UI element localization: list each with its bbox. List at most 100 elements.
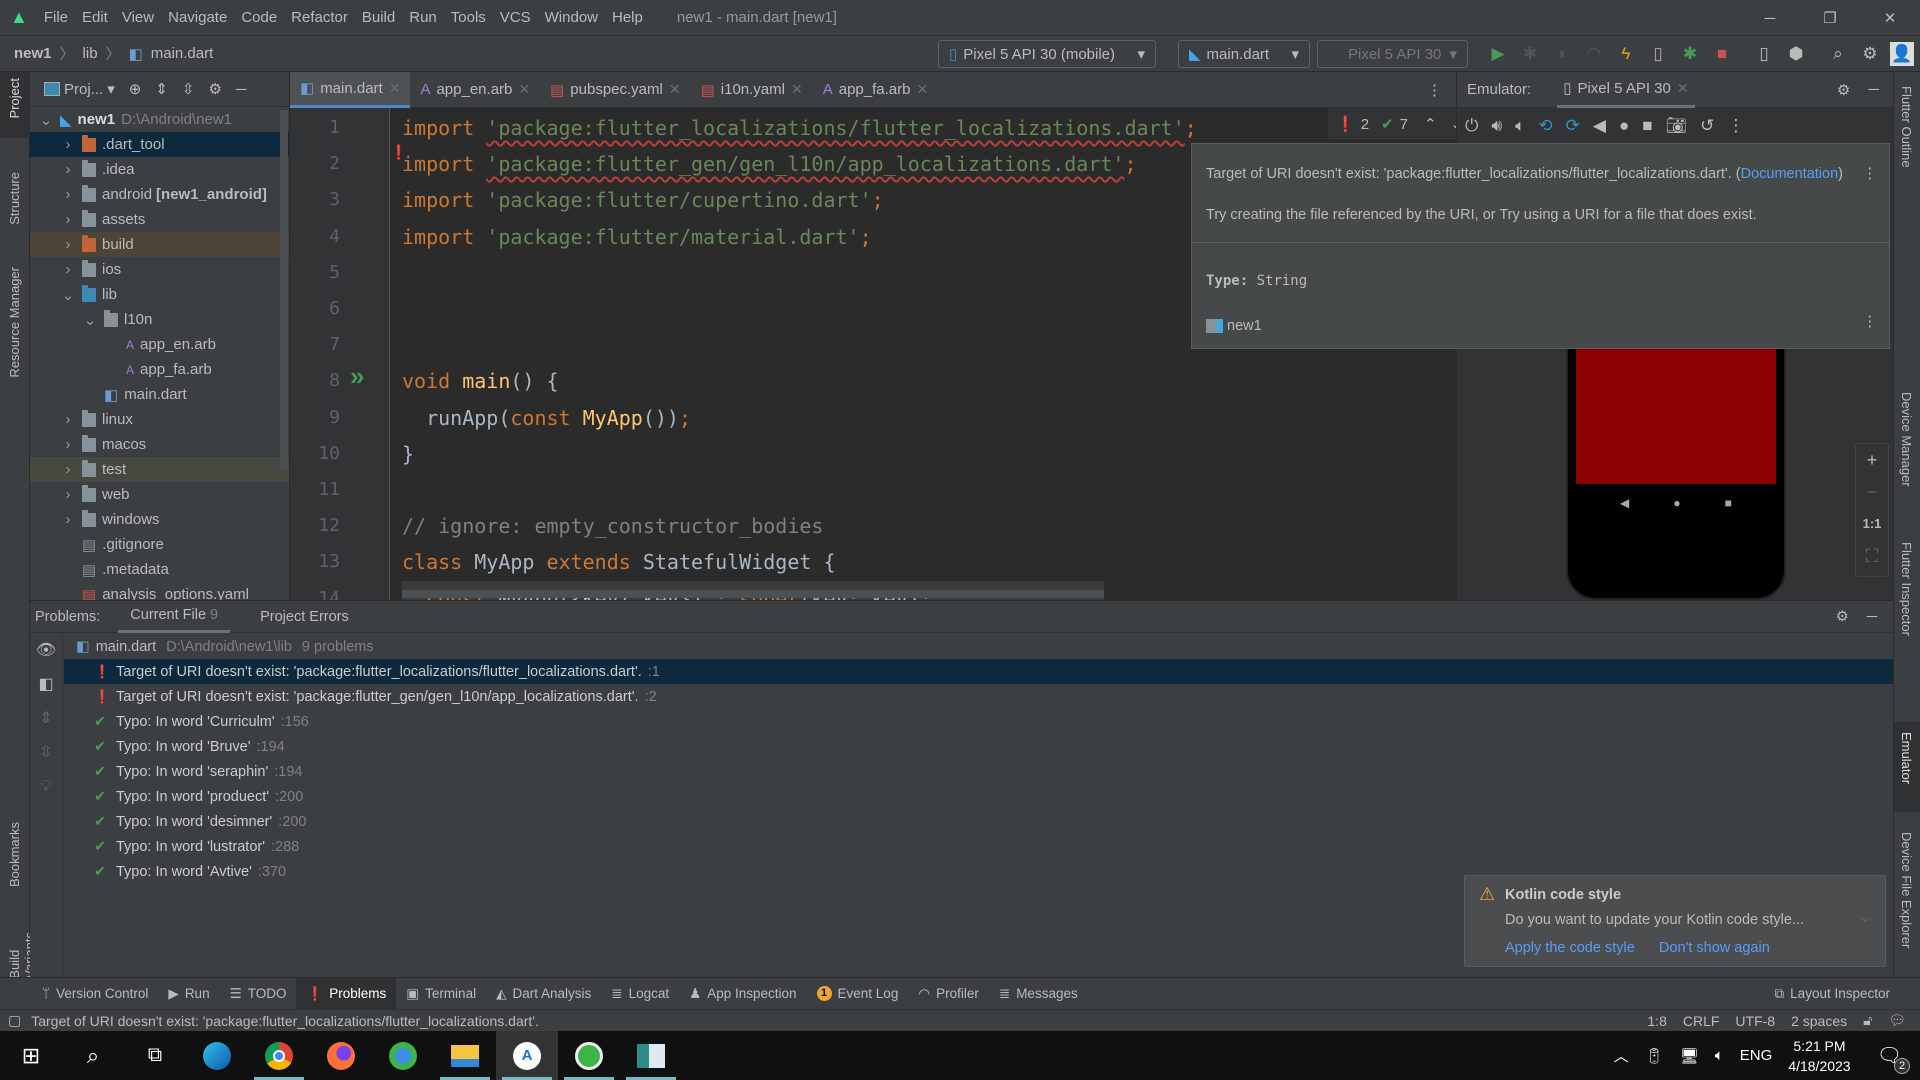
chevron-right-icon[interactable]: › xyxy=(60,511,76,528)
emulator-settings-gear-icon[interactable]: ⚙ xyxy=(1837,81,1850,99)
back-icon[interactable]: ◀ xyxy=(1593,116,1606,136)
run-icon[interactable]: ▶ xyxy=(1486,42,1510,66)
caret-position[interactable]: 1:8 xyxy=(1647,1013,1666,1029)
hot-reload-icon[interactable]: ϟ xyxy=(1614,42,1638,66)
horizontal-scrollbar[interactable] xyxy=(402,590,1104,598)
problems-file-node[interactable]: ◧ main.dart D:\Android\new1\lib 9 proble… xyxy=(64,634,1893,659)
hot-restart-icon[interactable]: ▯ xyxy=(1646,42,1670,66)
menu-run[interactable]: Run xyxy=(409,9,437,26)
problem-item[interactable]: ✔ Typo: In word 'produect':200 xyxy=(64,784,1893,809)
tab-current-file[interactable]: Current File 9 xyxy=(118,601,231,633)
hide-emulator-icon[interactable]: ─ xyxy=(1868,81,1879,98)
close-tab-icon[interactable]: ✕ xyxy=(518,81,530,98)
tab-pubspec-yaml[interactable]: ▤ pubspec.yaml ✕ xyxy=(540,72,690,108)
chevron-right-icon[interactable]: › xyxy=(60,261,76,278)
breadcrumb-file[interactable]: main.dart xyxy=(151,45,214,62)
volume-icon[interactable]: 🔈︎ xyxy=(1715,1047,1724,1064)
android-home-icon[interactable]: ● xyxy=(1673,496,1680,510)
chevron-right-icon[interactable]: › xyxy=(60,236,76,253)
tool-app-inspection[interactable]: ♟ App Inspection xyxy=(679,978,806,1010)
chevron-right-icon[interactable]: › xyxy=(60,186,76,203)
code-line[interactable]: } xyxy=(402,436,414,472)
code-line[interactable]: class MyApp extends StatefulWidget { xyxy=(402,544,835,580)
problems-settings-gear-icon[interactable]: ⚙ xyxy=(1836,609,1849,625)
overview-icon[interactable]: ■ xyxy=(1642,116,1652,136)
show-preview-icon[interactable]: 👁︎ xyxy=(30,634,62,668)
tree-item[interactable]: › windows xyxy=(30,507,289,532)
search-icon[interactable]: ⌕ xyxy=(1826,42,1850,66)
expand-notification-icon[interactable]: ⌄ xyxy=(1859,910,1871,926)
menu-refactor[interactable]: Refactor xyxy=(291,9,348,26)
menu-edit[interactable]: Edit xyxy=(82,9,108,26)
chevron-down-icon[interactable]: ⌄ xyxy=(82,311,98,329)
hide-problems-icon[interactable]: ─ xyxy=(1867,609,1877,625)
zoom-in-icon[interactable]: + xyxy=(1856,444,1888,476)
tree-item[interactable]: ⌄ ◣ new1 D:\Android\new1 xyxy=(30,107,289,132)
file-encoding[interactable]: UTF-8 xyxy=(1735,1013,1775,1029)
problem-item[interactable]: ✔ Typo: In word 'Bruve':194 xyxy=(64,734,1893,759)
power-icon[interactable]: ⏻ xyxy=(1465,116,1478,136)
locate-file-icon[interactable]: ⊕ xyxy=(129,80,142,98)
chevron-down-icon[interactable]: ⌄ xyxy=(60,286,76,304)
more-options-icon[interactable]: ⋮ xyxy=(1727,116,1744,136)
run-config-selector[interactable]: ◣ main.dart ▾ xyxy=(1178,40,1310,68)
profile-icon[interactable]: ◠ xyxy=(1582,42,1606,66)
battery-icon[interactable]: 🔋︎ xyxy=(1645,1047,1664,1065)
chevron-right-icon[interactable]: › xyxy=(60,136,76,153)
tool-window-emulator[interactable]: Emulator xyxy=(1899,732,1914,784)
android-recents-icon[interactable]: ■ xyxy=(1725,496,1732,510)
event-log-status-icon[interactable]: 💬︎ xyxy=(1888,1012,1906,1029)
tool-messages[interactable]: ≣ Messages xyxy=(989,978,1088,1010)
menu-help[interactable]: Help xyxy=(612,9,643,26)
tree-item[interactable]: ◧ main.dart xyxy=(30,382,289,407)
tree-item[interactable]: ⌄ lib xyxy=(30,282,289,307)
tool-todo[interactable]: ☰ TODO xyxy=(220,978,297,1010)
tree-item[interactable]: › macos xyxy=(30,432,289,457)
close-tab-icon[interactable]: ✕ xyxy=(1677,80,1689,97)
menu-view[interactable]: View xyxy=(122,9,154,26)
taskbar-edge[interactable] xyxy=(186,1031,248,1080)
stop-icon[interactable]: ■ xyxy=(1710,42,1734,66)
taskbar-emulator-window[interactable] xyxy=(620,1031,682,1080)
tree-item[interactable]: › build xyxy=(30,232,289,257)
tooltip-more-icon[interactable]: ⋮ xyxy=(1863,166,1878,182)
close-window-button[interactable]: ✕ xyxy=(1860,9,1920,27)
collapse-all-icon[interactable]: ⇳ xyxy=(182,80,195,98)
tool-window-project[interactable]: Project xyxy=(7,78,22,118)
documentation-link[interactable]: Documentation xyxy=(1741,166,1839,182)
close-tab-icon[interactable]: ✕ xyxy=(916,81,928,98)
snapshot-icon[interactable]: ↺ xyxy=(1700,116,1714,136)
tool-window-device-file-explorer[interactable]: Device File Explorer xyxy=(1899,832,1914,948)
tool-logcat[interactable]: ≣ Logcat xyxy=(601,978,679,1010)
menu-file[interactable]: File xyxy=(44,9,68,26)
device-selector[interactable]: ▯ Pixel 5 API 30 (mobile) ▾ xyxy=(938,40,1156,68)
taskbar-file-explorer[interactable] xyxy=(434,1031,496,1080)
user-avatar[interactable]: 👤 xyxy=(1890,42,1914,66)
sdk-manager-icon[interactable]: ⬢ xyxy=(1784,42,1808,66)
action-center-button[interactable]: 🗨︎ 2 xyxy=(1877,1043,1910,1074)
quick-fix-bulb-icon[interactable]: 💡︎ xyxy=(30,770,62,804)
hide-panel-icon[interactable]: ─ xyxy=(236,81,247,98)
chevron-right-icon[interactable]: › xyxy=(60,411,76,428)
tree-item[interactable]: › ios xyxy=(30,257,289,282)
chevron-right-icon[interactable]: › xyxy=(60,436,76,453)
code-line[interactable]: import 'package:flutter_localizations/fl… xyxy=(402,110,1197,146)
close-tab-icon[interactable]: ✕ xyxy=(389,80,401,97)
tab-main-dart[interactable]: ◧ main.dart ✕ xyxy=(290,71,411,108)
menu-window[interactable]: Window xyxy=(545,9,598,26)
tree-item[interactable]: › web xyxy=(30,482,289,507)
tab-project-errors[interactable]: Project Errors xyxy=(248,601,361,633)
tool-profiler[interactable]: ◠ Profiler xyxy=(908,978,989,1010)
code-line[interactable]: // ignore: empty_constructor_bodies xyxy=(402,508,823,544)
project-view-selector[interactable]: Proj... ▾ xyxy=(44,80,115,98)
attach-debugger-icon[interactable]: ✱ xyxy=(1678,42,1702,66)
problem-item[interactable]: ✔ Typo: In word 'lustrator':288 xyxy=(64,834,1893,859)
close-tab-icon[interactable]: ✕ xyxy=(669,81,681,98)
tooltip-more-icon[interactable]: ⋮ xyxy=(1863,314,1878,330)
tool-problems[interactable]: ❗ Problems xyxy=(296,977,397,1010)
more-tabs-icon[interactable]: ⋮ xyxy=(1427,81,1442,99)
dont-show-again-link[interactable]: Don't show again xyxy=(1659,940,1770,956)
menu-tools[interactable]: Tools xyxy=(451,9,486,26)
expand-all-icon[interactable]: ⇕ xyxy=(30,702,62,736)
expand-all-icon[interactable]: ⇕ xyxy=(155,80,168,98)
